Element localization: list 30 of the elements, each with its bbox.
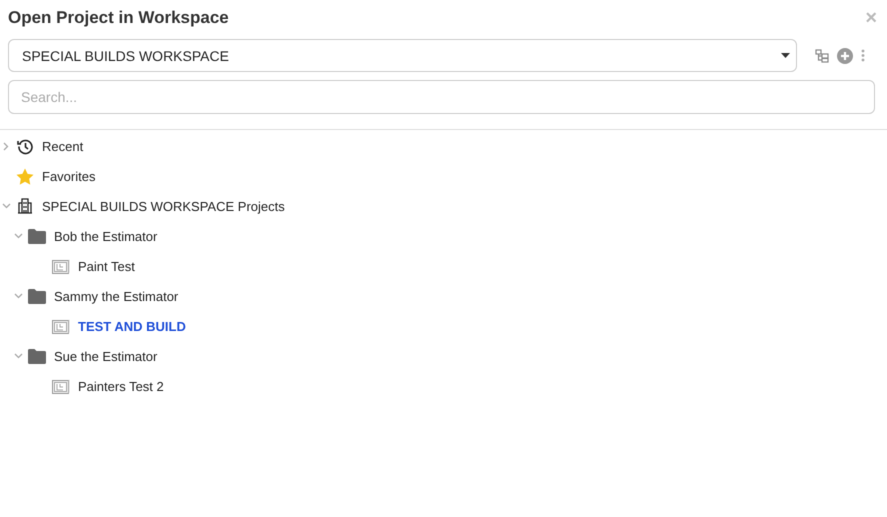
folder-icon (28, 288, 46, 304)
blueprint-icon (52, 318, 70, 334)
building-icon (17, 198, 33, 214)
folder-item[interactable]: Sammy the Estimator (54, 288, 178, 304)
chevron-down-icon[interactable] (14, 293, 22, 299)
folder-icon (28, 348, 46, 364)
chevron-down-icon[interactable] (14, 353, 22, 359)
clock-history-icon (16, 138, 34, 154)
add-icon[interactable] (837, 48, 853, 64)
tree-item[interactable]: Recent (42, 138, 84, 154)
workspace-dropdown[interactable]: SPECIAL BUILDS WORKSPACE (8, 39, 797, 72)
blueprint-icon (52, 378, 70, 394)
chevron-right-icon[interactable] (3, 142, 9, 150)
tree-item[interactable]: Favorites (42, 168, 96, 184)
project-item[interactable]: TEST AND BUILD (78, 318, 186, 334)
star-icon (16, 168, 34, 184)
tree-item[interactable]: SPECIAL BUILDS WORKSPACE Projects (42, 198, 285, 214)
search-field[interactable]: Search... (8, 80, 875, 114)
chevron-down-icon[interactable] (2, 203, 10, 209)
folder-icon (28, 228, 46, 244)
more-icon[interactable] (861, 49, 865, 62)
window-title: Open Project in Workspace (8, 8, 229, 28)
caret-icon (781, 53, 790, 58)
hierarchy-icon[interactable] (815, 48, 829, 62)
folder-item[interactable]: Sue the Estimator (54, 348, 158, 364)
blueprint-icon (52, 258, 70, 274)
chevron-down-icon[interactable] (14, 233, 22, 239)
project-item[interactable]: Painters Test 2 (78, 378, 164, 394)
project-item[interactable]: Paint Test (78, 258, 135, 274)
folder-item[interactable]: Bob the Estimator (54, 228, 158, 244)
